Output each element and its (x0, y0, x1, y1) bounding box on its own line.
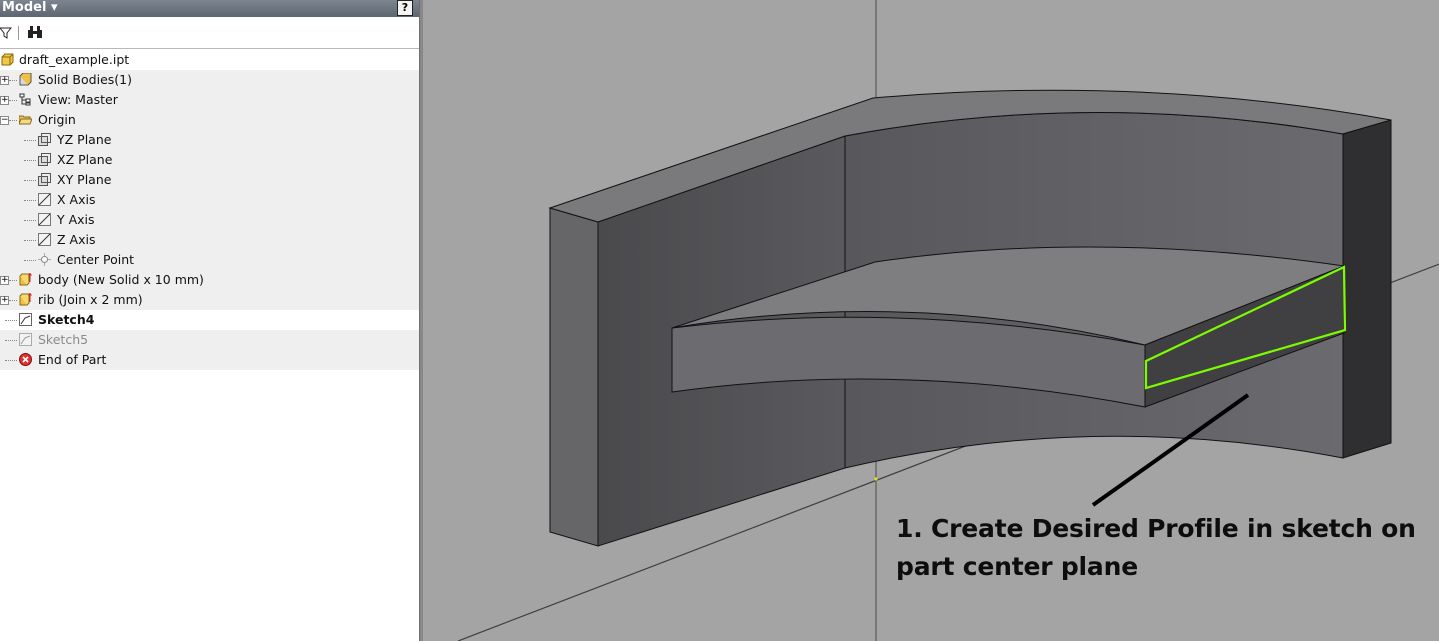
right-end-face (1342, 119, 1392, 459)
browser-header: Model ▾ ? (0, 0, 419, 17)
tree-item-xy-plane[interactable]: XY Plane (0, 170, 419, 190)
tree-item-label: draft_example.ipt (19, 52, 130, 67)
tree-connector (24, 160, 36, 161)
folder-icon (19, 115, 32, 125)
binoculars-icon[interactable] (27, 26, 43, 39)
left-block-side-face (549, 207, 599, 547)
annotation-line-1: 1. Create Desired Profile in sketch on (896, 514, 1416, 543)
axis-icon (38, 193, 51, 206)
tree-item-label: Y Axis (57, 212, 95, 227)
axis-icon (38, 213, 51, 226)
plane-icon (38, 153, 51, 166)
tree-item-solid-bodies[interactable]: + Solid Bodies(1) (0, 70, 419, 90)
expand-icon[interactable]: + (0, 296, 9, 305)
tree-connector (24, 140, 36, 141)
browser-title: Model (2, 0, 47, 15)
point-icon (38, 253, 51, 266)
part-icon (1, 53, 14, 66)
tree-item-rib[interactable]: + rib (Join x 2 mm) (0, 290, 419, 310)
tree-item-origin[interactable]: − Origin (0, 110, 419, 130)
tree-item-label: End of Part (38, 352, 107, 367)
browser-title-dropdown[interactable]: Model ▾ (2, 0, 58, 16)
end-of-part-icon (19, 353, 32, 366)
tree-item-label: Solid Bodies(1) (38, 72, 132, 87)
tree-item-label: X Axis (57, 192, 96, 207)
tree-connector (5, 340, 17, 341)
model-browser: Model ▾ ? draft_example.ipt + Solid Bodi… (0, 0, 420, 641)
tree-connector (24, 180, 36, 181)
tree-connector (5, 360, 17, 361)
tree-item-label: Origin (38, 112, 76, 127)
tree-connector (24, 200, 36, 201)
tree-item-x-axis[interactable]: X Axis (0, 190, 419, 210)
solid-bodies-icon (19, 73, 32, 86)
tree-item-end-of-part[interactable]: End of Part (0, 350, 419, 370)
tree-item-sketch4[interactable]: Sketch4 (0, 310, 419, 330)
extrude-icon (19, 293, 32, 306)
view-icon (19, 93, 31, 106)
expand-icon[interactable]: + (0, 96, 9, 105)
tree-item-label: rib (Join x 2 mm) (38, 292, 143, 307)
tree-item-part[interactable]: draft_example.ipt (0, 50, 419, 70)
tree-item-label: View: Master (38, 92, 118, 107)
tree-item-label: XY Plane (57, 172, 112, 187)
tree-connector (9, 280, 17, 281)
extrude-icon (19, 273, 32, 286)
sketch-icon (19, 313, 32, 326)
tree-connector (24, 220, 36, 221)
tree-connector (9, 100, 17, 101)
tree-item-center-point[interactable]: Center Point (0, 250, 419, 270)
tree-item-y-axis[interactable]: Y Axis (0, 210, 419, 230)
tree-item-label: XZ Plane (57, 152, 113, 167)
tree-connector (24, 240, 36, 241)
tree-item-label: Center Point (57, 252, 135, 267)
tree-item-view-master[interactable]: + View: Master (0, 90, 419, 110)
filter-icon[interactable] (0, 27, 12, 39)
tree-connector (9, 120, 17, 121)
plane-icon (38, 133, 51, 146)
annotation-text: 1. Create Desired Profile in sketch on p… (896, 510, 1416, 586)
tree-item-label: Sketch4 (38, 312, 95, 327)
browser-toolbar (0, 18, 419, 49)
expand-icon[interactable]: + (0, 276, 9, 285)
tree-item-label: Z Axis (57, 232, 96, 247)
tree-connector (9, 300, 17, 301)
tree-item-xz-plane[interactable]: XZ Plane (0, 150, 419, 170)
axis-icon (38, 233, 51, 246)
tree-connector (5, 320, 17, 321)
tree-item-body[interactable]: + body (New Solid x 10 mm) (0, 270, 419, 290)
tree-item-label: YZ Plane (57, 132, 112, 147)
help-icon[interactable]: ? (397, 0, 413, 16)
origin-point (874, 477, 878, 481)
collapse-icon[interactable]: − (0, 116, 9, 125)
toolbar-separator (18, 26, 19, 40)
tree-item-sketch5[interactable]: Sketch5 (0, 330, 419, 350)
tree-item-yz-plane[interactable]: YZ Plane (0, 130, 419, 150)
plane-icon (38, 173, 51, 186)
tree-connector (9, 80, 17, 81)
annotation-line-2: part center plane (896, 552, 1138, 581)
expand-icon[interactable]: + (0, 76, 9, 85)
tree-item-z-axis[interactable]: Z Axis (0, 230, 419, 250)
sketch-icon (19, 333, 32, 346)
tree-item-label: Sketch5 (38, 332, 89, 347)
tree-item-label: body (New Solid x 10 mm) (38, 272, 204, 287)
tree-connector (24, 260, 36, 261)
